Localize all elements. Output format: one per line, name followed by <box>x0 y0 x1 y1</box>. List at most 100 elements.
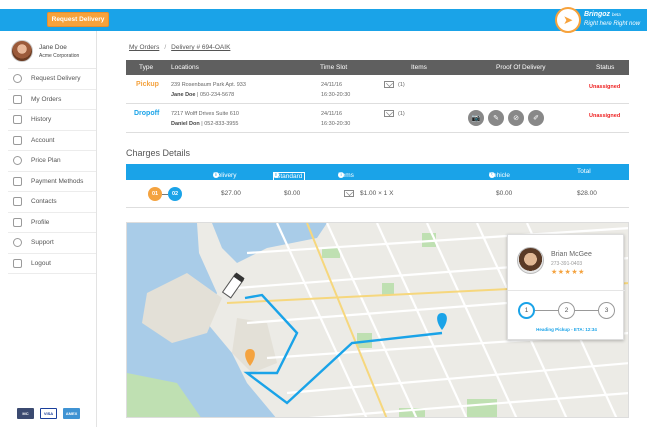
charges-header: i Delivery i Standard i Items i Vehicle Tota… <box>126 164 629 181</box>
items-count: (1) <box>398 111 405 117</box>
brand-name: Bringoz <box>584 11 611 18</box>
sidebar-item-label: My Orders <box>31 95 62 103</box>
order-type: Pickup <box>136 81 159 88</box>
credit-card-icon <box>13 176 22 186</box>
sidebar-item-label: Account <box>31 136 55 144</box>
status-badge: Unassigned <box>589 84 621 90</box>
amex-icon: AMEX <box>63 408 80 419</box>
table-header: Type Locations Time Slot Items Proof Of … <box>126 60 629 75</box>
standard-price: $0.00 <box>284 190 301 197</box>
driver-name: Brian McGee <box>551 251 592 258</box>
driver-status: Heading Pickup - ETA: 12:34 <box>536 327 597 332</box>
sidebar-item-label: Support <box>31 239 54 247</box>
tracking-map[interactable]: Brian McGee 273-391-0403 ★★★★★ 1 2 3 Hea… <box>126 222 629 418</box>
sidebar-item-logout[interactable]: Logout <box>8 254 96 274</box>
breadcrumb: My Orders / Delivery # 694-OAIK <box>129 44 230 51</box>
column-header-total: Total <box>577 168 591 175</box>
driver-rating: ★★★★★ <box>551 269 585 276</box>
sidebar-item-support[interactable]: Support <box>8 233 96 254</box>
driver-card[interactable]: Brian McGee 273-391-0403 ★★★★★ 1 2 3 Hea… <box>507 234 625 340</box>
total-price: $28.00 <box>577 190 597 197</box>
plus-circle-icon <box>13 74 22 84</box>
order-date: 24/11/16 <box>321 111 343 117</box>
column-header-type: Type <box>139 64 154 71</box>
column-header-status: Status <box>596 64 615 71</box>
charges-row: 01 02 $27.00 $0.00 $1.00 × 1 X $0.00 $28… <box>126 180 629 208</box>
proof-of-delivery-icons: 📷 ✎ ⊘ ✐ <box>468 110 544 126</box>
price-plan-icon <box>13 156 22 166</box>
envelope-icon <box>384 110 394 117</box>
order-date: 24/11/16 <box>321 82 343 88</box>
table-row[interactable]: Pickup 239 Rosenbaum Park Apt. 933 Jane … <box>126 75 629 104</box>
sidebar-item-history[interactable]: History <box>8 110 96 131</box>
user-company: Acme Corporation <box>39 53 80 59</box>
account-icon <box>13 135 22 145</box>
order-address: 239 Rosenbaum Park Apt. 933 <box>171 82 246 88</box>
orders-table: Type Locations Time Slot Items Proof Of … <box>126 60 629 133</box>
contact-phone: | 052-833-3955 <box>201 121 239 127</box>
delivery-price: $27.00 <box>221 190 241 197</box>
vehicle-price: $0.00 <box>496 190 513 197</box>
logout-icon <box>13 258 22 268</box>
contact-name: Daniel Don <box>171 121 200 127</box>
column-header-locations: Locations <box>171 64 199 71</box>
sidebar-item-price-plan[interactable]: Price Plan <box>8 151 96 172</box>
charges-title: Charges Details <box>126 148 191 158</box>
envelope-icon <box>344 190 354 197</box>
avatar <box>11 40 33 62</box>
sidebar-item-label: Contacts <box>31 198 57 206</box>
items-price: $1.00 × 1 X <box>360 190 394 197</box>
sidebar-item-my-orders[interactable]: My Orders <box>8 90 96 110</box>
step-from: 01 <box>148 187 162 201</box>
sidebar-item-payment-methods[interactable]: Payment Methods <box>8 172 96 192</box>
breadcrumb-separator: / <box>164 44 167 51</box>
order-time: 16:30-20:30 <box>321 121 351 127</box>
order-time: 16:30-20:30 <box>321 92 351 98</box>
column-header-time-slot: Time Slot <box>320 64 348 71</box>
signature-proof-icon[interactable]: ✎ <box>488 110 504 126</box>
sidebar-item-label: Price Plan <box>31 157 61 165</box>
mastercard-icon: MC <box>17 408 34 419</box>
driver-phone: 273-391-0403 <box>551 261 583 267</box>
driver-avatar <box>517 247 544 274</box>
column-header-vehicle: Vehicle <box>489 172 510 179</box>
charges-table: i Delivery i Standard i Items i Vehicle Tota… <box>126 164 629 208</box>
progress-step-3: 3 <box>598 302 615 319</box>
sidebar-nav: Request Delivery My Orders History Accou… <box>8 69 96 274</box>
history-icon <box>13 115 22 125</box>
visa-icon: VISA <box>40 408 57 419</box>
progress-step-1: 1 <box>518 302 535 319</box>
breadcrumb-delivery[interactable]: Delivery # 694-OAIK <box>171 44 230 51</box>
brand[interactable]: ➤ Bringoz beta Right here Right now <box>555 7 641 35</box>
sidebar-item-label: Payment Methods <box>31 177 84 185</box>
contacts-icon <box>13 197 22 207</box>
sidebar-item-request-delivery[interactable]: Request Delivery <box>8 69 96 90</box>
sidebar-item-contacts[interactable]: Contacts <box>8 192 96 213</box>
user-profile[interactable]: Jane Doe Acme Corporation <box>8 31 96 69</box>
items-count: (1) <box>398 82 405 88</box>
table-row[interactable]: Dropoff 7217 Wolff Drives Suite 610 Dani… <box>126 104 629 133</box>
column-header-delivery: Delivery <box>213 172 237 179</box>
column-header-items: Items <box>338 172 354 179</box>
breadcrumb-my-orders[interactable]: My Orders <box>129 44 159 51</box>
support-icon <box>13 238 22 248</box>
column-header-items: Items <box>411 64 427 71</box>
no-entry-icon[interactable]: ⊘ <box>508 110 524 126</box>
brand-suffix: beta <box>612 12 621 17</box>
contact-name: Jane Doe <box>171 92 196 98</box>
step-to: 02 <box>168 187 182 201</box>
order-type: Dropoff <box>134 110 160 117</box>
contact-phone: | 050-234-5678 <box>197 92 235 98</box>
photo-proof-icon[interactable]: 📷 <box>468 110 484 126</box>
sidebar-item-profile[interactable]: Profile <box>8 213 96 233</box>
brand-logo-icon: ➤ <box>555 7 581 33</box>
sidebar-item-label: Request Delivery <box>31 75 81 83</box>
order-address: 7217 Wolff Drives Suite 610 <box>171 111 239 117</box>
orders-icon <box>13 94 22 104</box>
user-name: Jane Doe <box>39 44 67 51</box>
delivery-progress: 1 2 3 <box>518 302 615 320</box>
note-proof-icon[interactable]: ✐ <box>528 110 544 126</box>
request-delivery-button[interactable]: Request Delivery <box>47 12 109 27</box>
sidebar-item-account[interactable]: Account <box>8 131 96 151</box>
brand-tagline: Right here Right now <box>584 21 641 27</box>
